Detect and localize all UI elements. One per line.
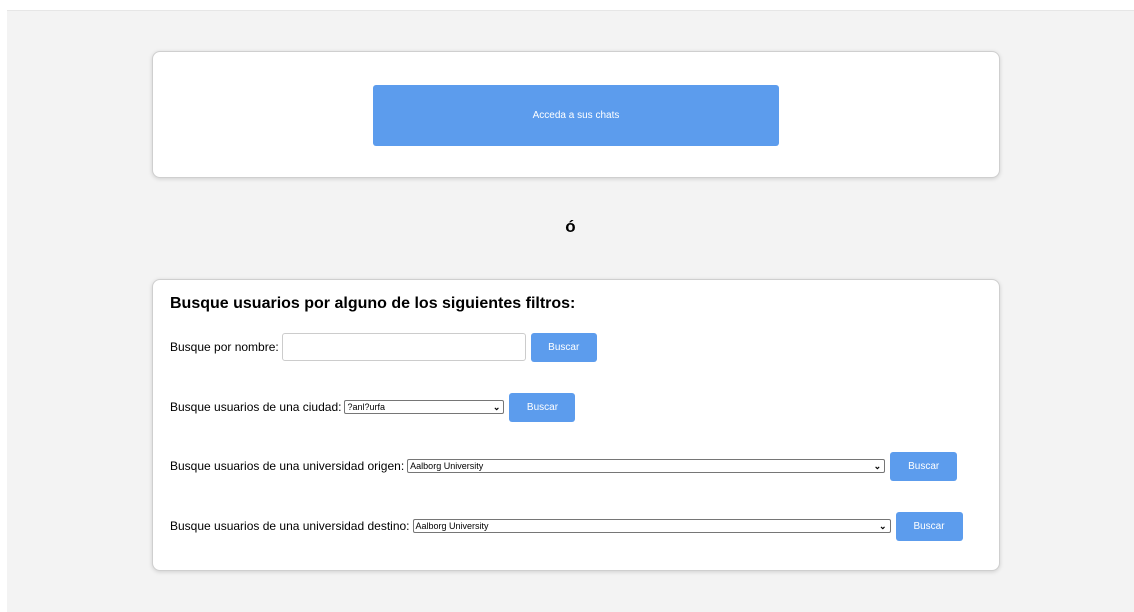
origin-university-filter-row: Busque usuarios de una universidad orige…: [170, 451, 958, 481]
chats-card: Acceda a sus chats: [152, 51, 1000, 178]
name-filter-row: Busque por nombre: Buscar: [170, 332, 597, 362]
origin-university-search-button[interactable]: Buscar: [890, 451, 958, 481]
filters-title: Busque usuarios por alguno de los siguie…: [170, 295, 576, 312]
destination-university-select[interactable]: Aalborg University ⌄: [412, 519, 891, 533]
page-background: Acceda a sus chats ó Busque usuarios por…: [7, 10, 1134, 612]
origin-university-select[interactable]: Aalborg University ⌄: [407, 459, 886, 473]
city-filter-label: Busque usuarios de una ciudad:: [170, 400, 342, 414]
name-search-button[interactable]: Buscar: [530, 332, 597, 362]
origin-university-select-value: Aalborg University: [410, 461, 484, 471]
user-filters-card: Busque usuarios por alguno de los siguie…: [152, 279, 1000, 571]
chevron-down-icon: ⌄: [878, 521, 887, 531]
destination-university-select-value: Aalborg University: [415, 521, 489, 531]
name-search-input[interactable]: [281, 333, 526, 361]
city-search-button[interactable]: Buscar: [509, 392, 576, 422]
city-select-value: ?anl?urfa: [347, 402, 385, 412]
chevron-down-icon: ⌄: [492, 402, 501, 412]
origin-university-label: Busque usuarios de una universidad orige…: [170, 459, 405, 473]
destination-university-search-button[interactable]: Buscar: [895, 511, 963, 541]
city-filter-row: Busque usuarios de una ciudad: ?anl?urfa…: [170, 392, 576, 422]
access-chats-button[interactable]: Acceda a sus chats: [373, 85, 779, 146]
name-filter-label: Busque por nombre:: [170, 340, 279, 354]
chevron-down-icon: ⌄: [873, 461, 882, 471]
city-select[interactable]: ?anl?urfa ⌄: [344, 400, 505, 414]
destination-university-filter-row: Busque usuarios de una universidad desti…: [170, 511, 963, 541]
separator-text: ó: [565, 217, 576, 236]
destination-university-label: Busque usuarios de una universidad desti…: [170, 519, 410, 533]
